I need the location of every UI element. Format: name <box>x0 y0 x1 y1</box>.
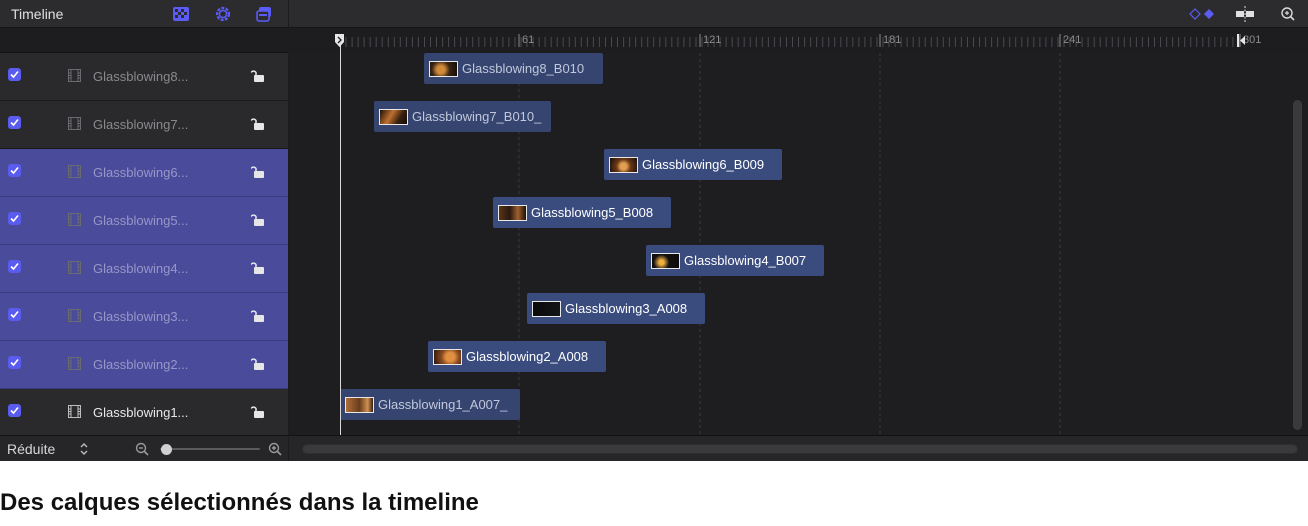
timeline-clip[interactable]: Glassblowing3_A008 <box>527 293 705 324</box>
clip-label: Glassblowing3_A008 <box>565 301 688 316</box>
layer-row[interactable]: Glassblowing5... <box>0 197 288 245</box>
layer-name: Glassblowing2... <box>93 357 189 372</box>
lock-icon[interactable] <box>250 308 265 323</box>
layer-name: Glassblowing7... <box>93 117 189 132</box>
layer-row[interactable]: Glassblowing2... <box>0 341 288 389</box>
motion-timeline-window: Timeline Glassblowing8... Glassblowing7.… <box>0 0 1308 461</box>
zoom-slider[interactable] <box>160 448 260 450</box>
ruler-tick-label: 241 <box>1063 34 1082 46</box>
layer-name: Glassblowing8... <box>93 69 189 84</box>
figure-caption: Des calques sélectionnés dans la timelin… <box>0 489 479 516</box>
lock-icon[interactable] <box>250 68 265 83</box>
film-icon <box>68 309 81 322</box>
layer-name: Glassblowing6... <box>93 165 189 180</box>
timeline-clip[interactable]: Glassblowing4_B007 <box>646 245 824 276</box>
timeline-clip[interactable]: Glassblowing6_B009 <box>604 149 782 180</box>
timeline-toolbar <box>289 0 1308 28</box>
lock-icon[interactable] <box>250 116 265 131</box>
clip-thumbnail <box>498 205 527 221</box>
layer-name: Glassblowing4... <box>93 261 189 276</box>
layers-panel: Timeline Glassblowing8... Glassblowing7.… <box>0 0 288 461</box>
horizontal-scrollbar[interactable] <box>302 444 1298 454</box>
lock-icon[interactable] <box>250 164 265 179</box>
out-point-marker-icon[interactable] <box>1237 33 1247 48</box>
layer-enable-checkbox[interactable] <box>8 260 21 273</box>
layer-enable-checkbox[interactable] <box>8 404 21 417</box>
track-area: Glassblowing8_B010 Glassblowing7_B010_ Gla… <box>289 53 1308 435</box>
checkerboard-icon[interactable] <box>172 5 190 23</box>
clip-thumbnail <box>429 61 458 77</box>
layer-row[interactable]: Glassblowing6... <box>0 149 288 197</box>
lock-icon[interactable] <box>250 260 265 275</box>
film-icon <box>68 357 81 370</box>
timeline-clip[interactable]: Glassblowing5_B008 <box>493 197 671 228</box>
timeline-clip[interactable]: Glassblowing2_A008 <box>428 341 606 372</box>
timeline-area: 61 121 181 241 301 Glassblowing8_B010 Glassbl… <box>289 0 1308 461</box>
time-ruler[interactable]: 61 121 181 241 301 <box>289 28 1308 53</box>
layer-enable-checkbox[interactable] <box>8 68 21 81</box>
layer-name: Glassblowing3... <box>93 309 189 324</box>
zoom-in-icon[interactable] <box>268 442 282 456</box>
vertical-scrollbar[interactable] <box>1293 100 1302 430</box>
timeline-clip[interactable]: Glassblowing8_B010 <box>424 53 603 84</box>
ruler-tick-label: 181 <box>883 34 902 46</box>
clip-thumbnail <box>433 349 462 365</box>
zoom-out-icon[interactable] <box>135 442 149 456</box>
clip-thumbnail <box>532 301 561 317</box>
clip-thumbnail <box>379 109 408 125</box>
ruler-tick-label: 61 <box>522 34 535 46</box>
timeline-clip[interactable]: Glassblowing1_A007_ <box>340 389 520 420</box>
film-icon <box>68 69 81 82</box>
film-icon <box>68 213 81 226</box>
layer-enable-checkbox[interactable] <box>8 212 21 225</box>
layer-enable-checkbox[interactable] <box>8 116 21 129</box>
zoom-icon[interactable] <box>1279 5 1297 23</box>
layer-enable-checkbox[interactable] <box>8 308 21 321</box>
clip-label: Glassblowing5_B008 <box>531 205 654 220</box>
film-icon <box>68 261 81 274</box>
snapping-icon[interactable] <box>1234 5 1254 23</box>
lock-icon[interactable] <box>250 404 265 419</box>
layers-icon[interactable] <box>255 5 273 23</box>
timeline-footer <box>289 435 1308 461</box>
ruler-tick-label: 121 <box>703 34 722 46</box>
keyframe-diamond-icon[interactable] <box>1189 5 1214 23</box>
chevron-updown-icon[interactable] <box>79 442 89 456</box>
film-icon <box>68 117 81 130</box>
playhead-line[interactable] <box>340 34 341 435</box>
playhead-icon[interactable] <box>334 33 346 48</box>
lock-icon[interactable] <box>250 212 265 227</box>
zoom-slider-knob[interactable] <box>161 444 172 455</box>
layer-enable-checkbox[interactable] <box>8 356 21 369</box>
layer-name: Glassblowing5... <box>93 213 189 228</box>
layer-row[interactable]: Glassblowing3... <box>0 293 288 341</box>
clip-label: Glassblowing6_B009 <box>642 157 765 172</box>
clip-thumbnail <box>651 253 680 269</box>
layer-enable-checkbox[interactable] <box>8 164 21 177</box>
panel-title: Timeline <box>11 6 64 22</box>
panel-footer: Réduite <box>0 435 288 461</box>
view-mode-select[interactable]: Réduite <box>7 441 55 457</box>
clip-label: Glassblowing7_B010_ <box>412 109 542 124</box>
layers-subheader <box>0 28 288 53</box>
film-icon <box>68 165 81 178</box>
film-icon <box>68 405 81 418</box>
layer-row[interactable]: Glassblowing1... <box>0 389 288 437</box>
layer-row[interactable]: Glassblowing7... <box>0 101 288 149</box>
timeline-clip[interactable]: Glassblowing7_B010_ <box>374 101 551 132</box>
clip-label: Glassblowing1_A007_ <box>378 397 508 412</box>
layer-row[interactable]: Glassblowing4... <box>0 245 288 293</box>
lock-icon[interactable] <box>250 356 265 371</box>
layer-row[interactable]: Glassblowing8... <box>0 53 288 101</box>
layer-name: Glassblowing1... <box>93 405 189 420</box>
clip-label: Glassblowing8_B010 <box>462 61 585 76</box>
clip-thumbnail <box>345 397 374 413</box>
clip-label: Glassblowing2_A008 <box>466 349 589 364</box>
panel-header: Timeline <box>0 0 288 28</box>
gear-icon[interactable] <box>214 5 232 23</box>
clip-label: Glassblowing4_B007 <box>684 253 807 268</box>
clip-thumbnail <box>609 157 638 173</box>
